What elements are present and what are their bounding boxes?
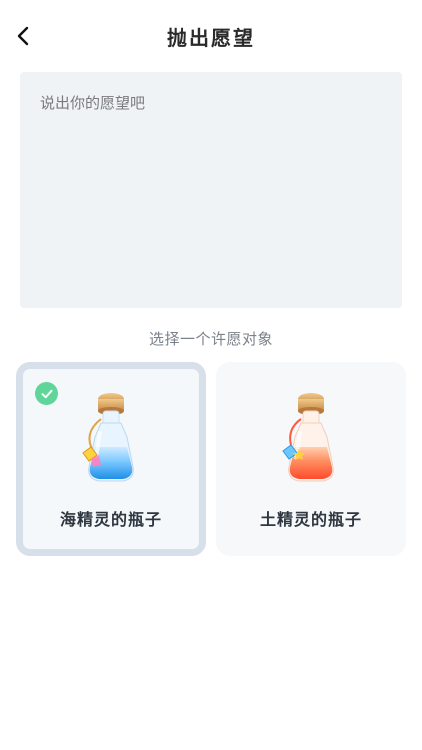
option-card-earth-spirit-bottle[interactable]: 土精灵的瓶子 (216, 362, 406, 556)
option-label: 海精灵的瓶子 (59, 510, 162, 529)
header: 抛出愿望 (0, 0, 422, 72)
wish-input-box[interactable] (20, 72, 402, 308)
page-title: 抛出愿望 (167, 26, 255, 50)
section-label: 选择一个许愿对象 (148, 330, 273, 348)
option-card-sea-spirit-bottle[interactable]: 海精灵的瓶子 (16, 362, 206, 556)
wish-input[interactable] (40, 92, 382, 288)
blue-potion-bottle-icon (82, 393, 134, 482)
option-label: 土精灵的瓶子 (259, 510, 362, 529)
check-icon (35, 382, 58, 405)
orange-potion-bottle-icon (282, 393, 334, 482)
